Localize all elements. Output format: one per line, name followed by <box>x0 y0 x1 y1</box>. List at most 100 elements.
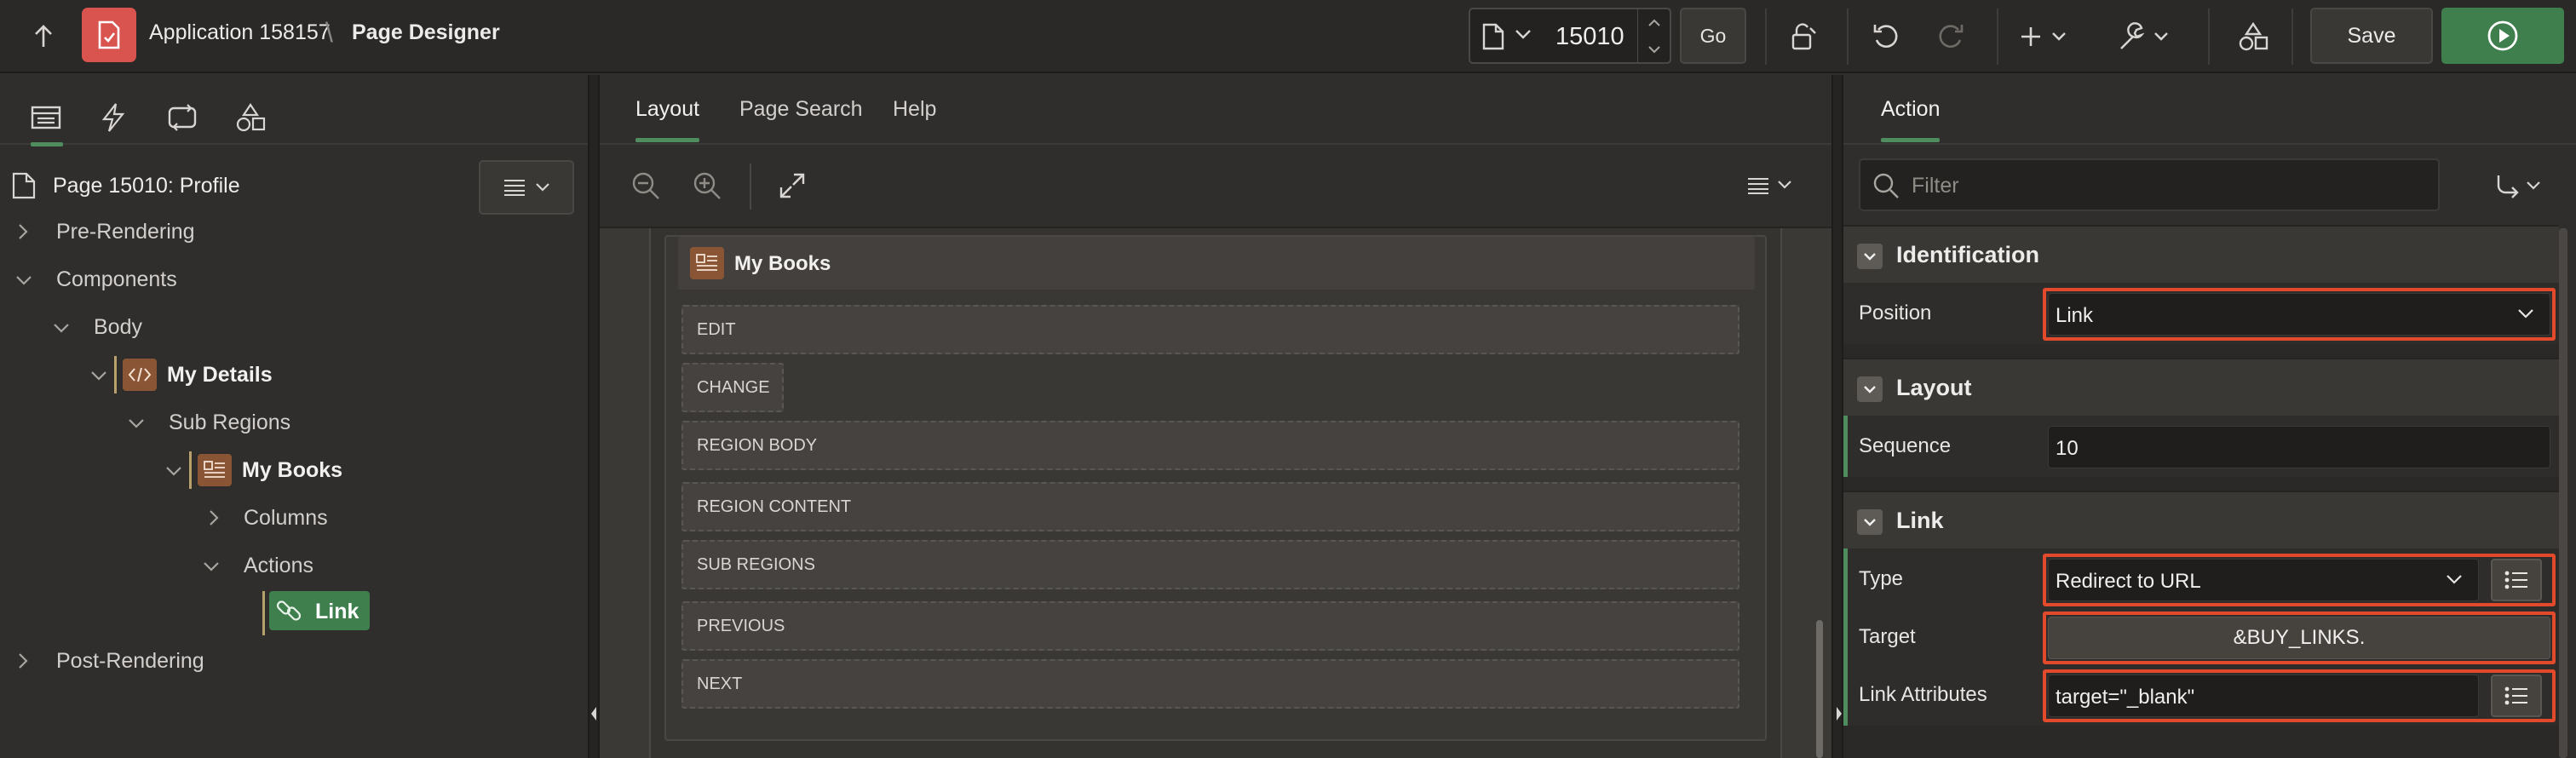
expand-icon[interactable] <box>779 172 806 204</box>
prop-label: Position <box>1859 301 1932 324</box>
chevron-down-icon[interactable] <box>1857 509 1883 535</box>
prop-position: Position Link <box>1843 283 2559 344</box>
center-pane: Layout Page Search Help My Books EDIT CH… <box>600 75 1831 758</box>
tree-item-post-rendering[interactable]: Post-Rendering <box>0 639 562 683</box>
required-indicator <box>1843 548 1848 610</box>
chevron-right-icon[interactable] <box>208 509 220 526</box>
tree-item-actions[interactable]: Actions <box>0 543 562 588</box>
chevron-down-icon[interactable] <box>128 417 145 429</box>
tree-item-sub-regions[interactable]: Sub Regions <box>0 400 562 445</box>
page-number-stepper[interactable] <box>1637 8 1671 64</box>
tree-item-my-details[interactable]: My Details <box>0 353 562 397</box>
app-icon[interactable] <box>82 8 136 62</box>
run-page-button[interactable] <box>2441 8 2564 64</box>
slot-next[interactable]: NEXT <box>681 659 1739 709</box>
chevron-down-icon[interactable] <box>53 322 70 334</box>
group-identification[interactable]: Identification <box>1843 225 2559 283</box>
slot-region-body[interactable]: REGION BODY <box>681 421 1739 470</box>
application-title[interactable]: Application 158157 <box>149 20 331 45</box>
tab-page-search[interactable]: Page Search <box>739 97 863 122</box>
tree-item-label: Body <box>94 315 142 339</box>
collapse-left-icon[interactable] <box>589 705 598 722</box>
slot-change[interactable]: CHANGE <box>681 363 784 412</box>
chevron-down-icon[interactable] <box>90 370 107 382</box>
zoom-out-icon[interactable] <box>630 170 661 205</box>
tree-item-components[interactable]: Components <box>0 257 562 301</box>
property-filter[interactable] <box>1859 158 2440 211</box>
tree-guide-line <box>189 451 192 489</box>
canvas-scrollbar[interactable] <box>1816 620 1823 758</box>
property-editor-tabs: Action <box>1843 75 2576 145</box>
tab-action[interactable]: Action <box>1881 97 1941 142</box>
utilities-wrench-icon[interactable] <box>2116 15 2176 58</box>
chevron-up-icon[interactable] <box>1647 19 1661 27</box>
chevron-down-icon[interactable] <box>1857 376 1883 402</box>
tree-item-body[interactable]: Body <box>0 305 562 349</box>
filter-input[interactable] <box>1912 170 2423 201</box>
undo-icon[interactable] <box>1866 15 1908 58</box>
region-header: My Books <box>678 237 1755 290</box>
tree-item-label: Columns <box>244 506 328 530</box>
chevron-right-icon[interactable] <box>17 223 29 240</box>
sequence-value: 10 <box>2056 437 2079 460</box>
create-menu-icon[interactable] <box>2017 15 2077 58</box>
sequence-input[interactable]: 10 <box>2048 426 2550 468</box>
tree-item-link-selected[interactable]: Link <box>269 591 370 630</box>
highlight-box <box>2043 288 2556 341</box>
chevron-down-icon[interactable] <box>165 465 182 477</box>
slot-region-content[interactable]: REGION CONTENT <box>681 482 1739 531</box>
prop-label: Type <box>1859 567 1904 590</box>
save-button[interactable]: Save <box>2310 8 2433 64</box>
tree-item-my-books[interactable]: My Books <box>0 448 562 492</box>
layout-menu-icon[interactable] <box>1746 175 1797 200</box>
left-splitter[interactable] <box>588 75 600 758</box>
slot-previous[interactable]: PREVIOUS <box>681 601 1739 651</box>
tree-item-pre-rendering[interactable]: Pre-Rendering <box>0 210 562 254</box>
required-indicator <box>1843 664 1848 726</box>
slot-edit[interactable]: EDIT <box>681 305 1739 354</box>
divider <box>1765 9 1767 65</box>
chevron-right-icon[interactable] <box>17 652 29 669</box>
group-layout[interactable]: Layout <box>1843 358 2559 416</box>
redo-icon[interactable] <box>1929 15 1971 58</box>
tree-item-columns[interactable]: Columns <box>0 496 562 540</box>
lock-icon[interactable] <box>1782 15 1825 58</box>
report-region-icon <box>690 247 724 279</box>
chevron-down-icon[interactable] <box>1647 45 1661 54</box>
tree-item-label: Post-Rendering <box>56 649 204 673</box>
dynamic-actions-tab[interactable] <box>101 92 152 143</box>
collapse-right-icon[interactable] <box>1835 705 1843 722</box>
required-indicator <box>1843 606 1848 668</box>
required-indicator <box>1843 416 1848 477</box>
shared-components-icon[interactable] <box>2232 15 2274 58</box>
slot-sub-regions[interactable]: SUB REGIONS <box>681 540 1739 589</box>
chevron-down-icon[interactable] <box>203 560 220 572</box>
shared-components-tab[interactable] <box>235 92 286 143</box>
link-icon <box>274 596 303 629</box>
chevron-down-icon[interactable] <box>15 274 32 286</box>
zoom-in-icon[interactable] <box>692 170 722 205</box>
processing-tab[interactable] <box>167 92 218 143</box>
layout-toolbar <box>600 145 1831 228</box>
tab-help[interactable]: Help <box>893 97 936 122</box>
property-scrollbar[interactable] <box>2559 228 2567 758</box>
page-number-input[interactable]: 15010 <box>1555 23 1624 51</box>
group-link[interactable]: Link <box>1843 491 2559 548</box>
group-title: Link <box>1896 508 1944 533</box>
tree-item-label: Components <box>56 267 177 291</box>
tree-item-label: My Details <box>167 363 273 387</box>
rendering-tab[interactable] <box>31 92 82 146</box>
menu-icon <box>504 180 525 196</box>
tree-menu-button[interactable] <box>479 160 574 215</box>
chevron-down-icon[interactable] <box>1515 28 1532 44</box>
chevron-down-icon[interactable] <box>1857 244 1883 269</box>
tab-layout[interactable]: Layout <box>635 97 700 142</box>
up-arrow-icon[interactable] <box>24 17 63 56</box>
divider <box>1847 9 1849 65</box>
right-splitter[interactable] <box>1831 75 1843 758</box>
go-to-group-button[interactable] <box>2484 165 2556 208</box>
tree-guide-line <box>262 591 265 635</box>
go-button[interactable]: Go <box>1680 8 1746 64</box>
tree-page-node[interactable]: Page 15010: Profile <box>0 164 477 208</box>
search-icon <box>1872 172 1900 204</box>
